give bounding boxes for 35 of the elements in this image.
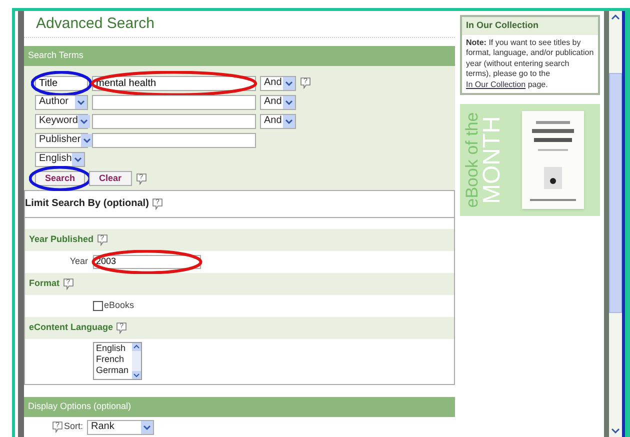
filter-heading: Year Published <box>29 233 94 246</box>
operator-select[interactable]: And <box>260 114 296 129</box>
sort-select[interactable]: Rank <box>87 420 154 435</box>
box-heading: In Our Collection <box>462 17 598 34</box>
field-select[interactable]: English <box>35 152 85 167</box>
operator-select[interactable]: And <box>260 76 296 91</box>
section-header: Search Terms <box>24 46 455 66</box>
scrollbar-icon <box>132 342 141 379</box>
sort-label: Sort: <box>64 420 84 434</box>
search-term-field[interactable] <box>92 114 256 129</box>
search-term-field[interactable] <box>92 94 256 110</box>
listbox-option[interactable]: German <box>96 364 132 376</box>
form-button[interactable]: Search <box>35 171 86 186</box>
search-term-field[interactable] <box>92 132 256 148</box>
operator-select[interactable]: And <box>260 94 296 110</box>
form-button[interactable]: Clear <box>89 171 132 186</box>
language-listbox[interactable]: English French German <box>93 342 142 380</box>
banner-text: MONTH <box>480 116 504 204</box>
checkbox[interactable] <box>93 300 103 311</box>
page-title: Advanced Search <box>36 14 154 34</box>
collection-link[interactable]: In Our Collection <box>466 80 526 88</box>
note-text: Note: If you want to see titles by format, language, and/or publication year (without entering search terms), please go to the In Our Collection page. <box>465 36 595 91</box>
field-select[interactable]: Title <box>35 76 88 91</box>
listbox-option[interactable]: English <box>96 342 132 354</box>
filter-heading: Format <box>29 277 60 290</box>
banner-text: eBook of the <box>464 112 480 208</box>
year-label: Year <box>68 255 88 268</box>
section-header: Display Options (optional) <box>24 396 455 418</box>
listbox-option[interactable]: French <box>96 354 132 365</box>
field-select[interactable]: Keyword <box>35 114 88 129</box>
filter-heading: eContent Language <box>29 321 114 334</box>
checkbox-label: eBooks <box>104 299 134 312</box>
field-select[interactable]: Author <box>35 94 88 110</box>
scrollbar[interactable] <box>609 11 622 437</box>
section-title: Limit Search By (optional) <box>25 197 149 212</box>
